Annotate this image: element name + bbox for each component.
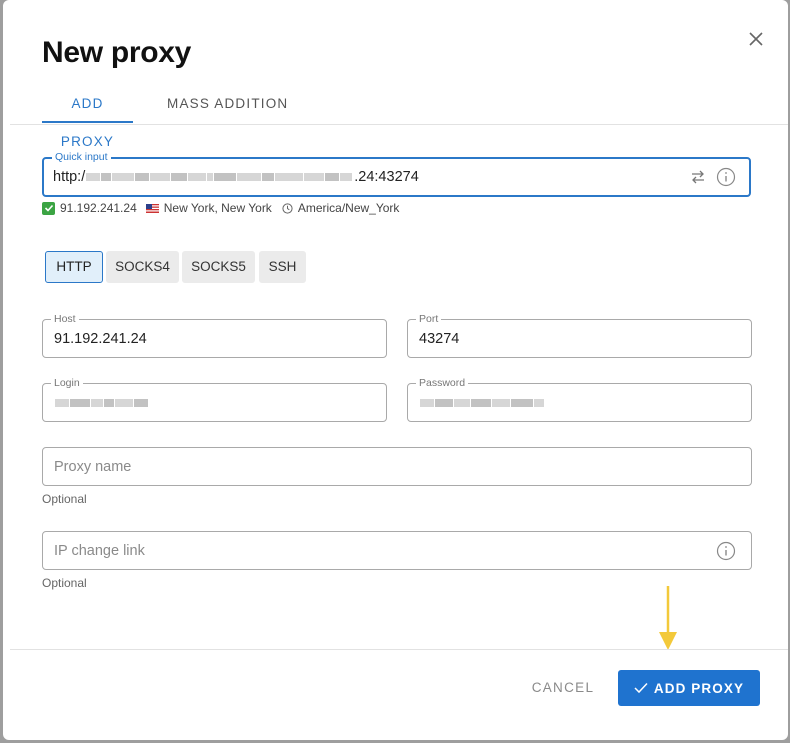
add-proxy-label: ADD PROXY (653, 680, 745, 696)
swap-icon[interactable] (690, 169, 706, 185)
cancel-button[interactable]: CANCEL (523, 670, 603, 706)
detected-timezone: America/New_York (297, 201, 400, 215)
port-value[interactable]: 43274 (419, 320, 459, 357)
ip-change-link-input[interactable]: IP change link (42, 531, 752, 570)
host-field[interactable]: Host 91.192.241.24 (42, 312, 387, 358)
redacted-text (86, 173, 353, 181)
proxy-name-input[interactable]: Proxy name (42, 447, 752, 486)
new-proxy-dialog: New proxy ADD PROXY MASS ADDITION Quick … (3, 0, 788, 740)
proxy-name-placeholder: Proxy name (54, 458, 132, 475)
info-icon[interactable] (716, 541, 736, 561)
quick-input-prefix: http:/ (53, 169, 86, 185)
annotation-arrow-icon (659, 586, 677, 650)
protocol-http-button[interactable]: HTTP (45, 251, 103, 283)
protocol-socks5-button[interactable]: SOCKS5 (182, 251, 255, 283)
login-value[interactable] (54, 384, 150, 421)
close-icon[interactable] (747, 30, 765, 48)
tab-add-proxy[interactable]: ADD PROXY (42, 85, 133, 149)
us-flag-icon (145, 203, 159, 213)
login-field[interactable]: Login (42, 376, 387, 422)
dialog-title: New proxy (42, 36, 192, 69)
redacted-text (55, 398, 149, 407)
protocol-ssh-button[interactable]: SSH (259, 251, 306, 283)
quick-input-field[interactable]: Quick input http:/ .24:43274 (42, 150, 751, 197)
info-icon[interactable] (716, 167, 736, 187)
detected-info: 91.192.241.24 New York, New York America… (42, 201, 399, 215)
port-field[interactable]: Port 43274 (407, 312, 752, 358)
quick-input-suffix: .24:43274 (354, 169, 419, 185)
detected-location: New York, New York (163, 201, 272, 215)
tab-mass-addition[interactable]: MASS ADDITION (165, 85, 290, 123)
protocol-socks4-button[interactable]: SOCKS4 (106, 251, 179, 283)
clock-icon (282, 202, 293, 214)
checkmark-icon (634, 682, 648, 694)
footer-divider (10, 649, 788, 650)
ip-change-link-placeholder: IP change link (54, 542, 145, 559)
detected-ip: 91.192.241.24 (60, 201, 137, 215)
ip-change-link-hint: Optional (42, 576, 87, 590)
host-value[interactable]: 91.192.241.24 (54, 320, 147, 357)
check-icon (42, 201, 55, 215)
proxy-name-hint: Optional (42, 492, 87, 506)
tab-bar: ADD PROXY MASS ADDITION (10, 85, 788, 149)
quick-input-value[interactable]: http:/ .24:43274 (53, 159, 419, 195)
add-proxy-button[interactable]: ADD PROXY (618, 670, 760, 706)
redacted-text (420, 398, 545, 407)
password-field[interactable]: Password (407, 376, 752, 422)
password-value[interactable] (419, 384, 546, 421)
